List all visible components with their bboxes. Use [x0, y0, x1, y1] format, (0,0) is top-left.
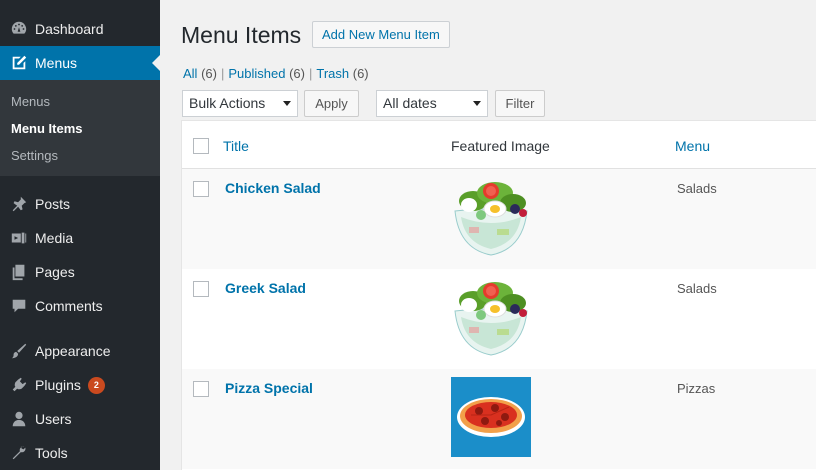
nav-label: Dashboard — [35, 21, 104, 37]
table-row: Greek Salad Salads — [182, 269, 816, 369]
nav-menus[interactable]: Menus — [0, 46, 160, 80]
table-header: Title Featured Image Menu — [182, 121, 816, 169]
submenu-settings[interactable]: Settings — [11, 148, 58, 163]
apply-button[interactable]: Apply — [304, 90, 359, 117]
wrench-icon — [8, 443, 30, 463]
nav-label: Tools — [35, 445, 68, 461]
menus-submenu: Menus Menu Items Settings — [0, 80, 160, 176]
submenu-menu-items[interactable]: Menu Items — [11, 121, 83, 136]
pizza-thumbnail — [451, 377, 531, 457]
filter-all-count: (6) — [201, 66, 217, 81]
row-checkbox[interactable] — [193, 281, 209, 297]
filter-all-link[interactable]: All — [183, 66, 197, 81]
comments-icon — [8, 296, 30, 316]
filter-trash-link[interactable]: Trash — [316, 66, 349, 81]
brush-icon — [8, 341, 30, 361]
nav-comments[interactable]: Comments — [0, 289, 160, 323]
bulk-actions-value: Bulk Actions — [189, 95, 266, 111]
pages-icon — [8, 262, 30, 282]
dashboard-icon — [8, 19, 30, 39]
submenu-menus[interactable]: Menus — [11, 94, 50, 109]
column-title[interactable]: Title — [223, 138, 249, 154]
filter-button[interactable]: Filter — [495, 90, 545, 117]
user-icon — [8, 409, 30, 429]
edit-icon — [8, 53, 30, 73]
add-new-menu-item-button[interactable]: Add New Menu Item — [312, 21, 450, 48]
salad-thumbnail — [454, 282, 528, 356]
nav-label: Appearance — [35, 343, 111, 359]
filter-published-link[interactable]: Published — [228, 66, 285, 81]
filter-trash-count: (6) — [352, 66, 369, 81]
nav-tools[interactable]: Tools — [0, 436, 160, 470]
select-all-checkbox[interactable] — [193, 138, 209, 154]
nav-label: Comments — [35, 298, 103, 314]
column-featured-image: Featured Image — [451, 138, 550, 154]
bulk-actions-select[interactable]: Bulk Actions — [182, 90, 298, 117]
nav-appearance[interactable]: Appearance — [0, 334, 160, 368]
chevron-down-icon — [283, 101, 291, 106]
row-menu-name: Salads — [677, 181, 717, 196]
media-icon — [8, 228, 30, 248]
chevron-down-icon — [473, 101, 481, 106]
row-title-link[interactable]: Greek Salad — [225, 280, 306, 296]
date-filter-value: All dates — [383, 95, 437, 111]
filter-published-count: (6) — [289, 66, 305, 81]
salad-thumbnail — [454, 182, 528, 256]
table-row: Pizza Special Pizzas — [182, 369, 816, 469]
row-checkbox[interactable] — [193, 181, 209, 197]
row-title-link[interactable]: Chicken Salad — [225, 180, 321, 196]
pin-icon — [8, 194, 30, 214]
nav-users[interactable]: Users — [0, 402, 160, 436]
row-title-link[interactable]: Pizza Special — [225, 380, 313, 396]
nav-dashboard[interactable]: Dashboard — [0, 12, 160, 46]
main-content: Menu Items Add New Menu Item All (6) | Pub… — [160, 0, 816, 470]
nav-label: Pages — [35, 264, 75, 280]
plug-icon — [8, 375, 30, 395]
admin-sidebar: Dashboard Menus Menus Menu Items Setting… — [0, 0, 160, 470]
page-title: Menu Items — [181, 22, 302, 48]
nav-label: Posts — [35, 196, 71, 212]
nav-plugins[interactable]: Plugins 2 — [0, 368, 160, 402]
nav-posts[interactable]: Posts — [0, 187, 160, 221]
nav-label: Menus — [35, 55, 78, 71]
column-menu[interactable]: Menu — [675, 138, 710, 154]
nav-media[interactable]: Media — [0, 221, 160, 255]
nav-label: Media — [35, 230, 74, 246]
row-menu-name: Pizzas — [677, 381, 716, 396]
nav-pages[interactable]: Pages — [0, 255, 160, 289]
row-checkbox[interactable] — [193, 381, 209, 397]
status-filter-links: All (6) | Published (6) | Trash (6) — [183, 66, 369, 81]
plugins-update-badge: 2 — [87, 376, 105, 394]
nav-label: Users — [35, 411, 72, 427]
row-menu-name: Salads — [677, 281, 717, 296]
menu-items-table: Title Featured Image Menu Chicken Salad — [181, 120, 816, 470]
table-row: Chicken Salad Salads — [182, 169, 816, 269]
date-filter-select[interactable]: All dates — [376, 90, 488, 117]
nav-label: Plugins — [35, 377, 81, 393]
